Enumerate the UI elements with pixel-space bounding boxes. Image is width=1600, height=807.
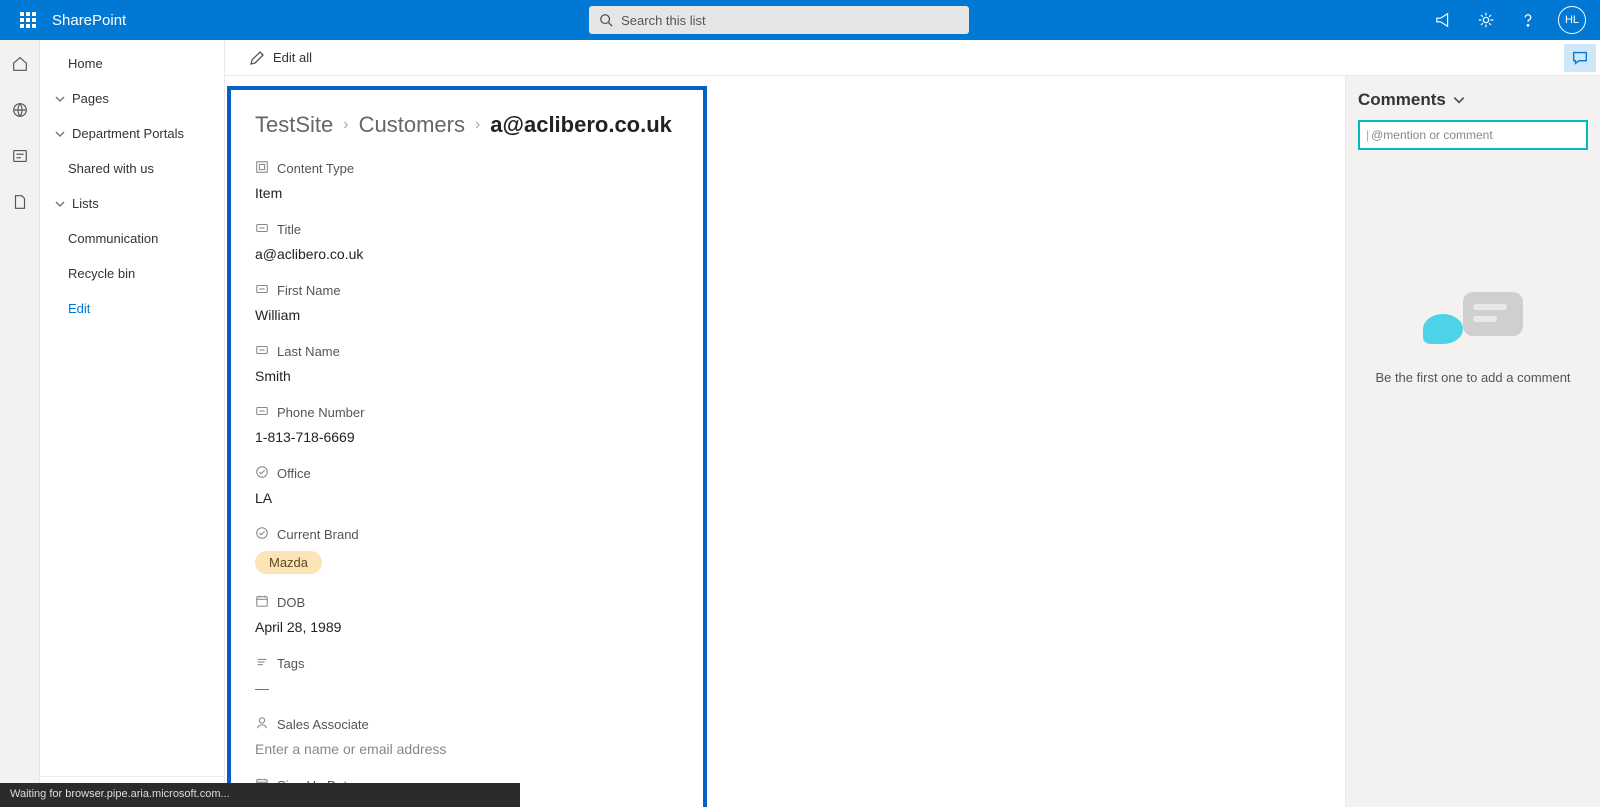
- text-icon: [255, 343, 277, 360]
- news-icon[interactable]: [10, 146, 30, 166]
- field-current-brand[interactable]: Current Brand Mazda: [255, 526, 679, 574]
- edit-all-button[interactable]: Edit all: [249, 50, 312, 66]
- nav-home[interactable]: Home: [40, 46, 224, 81]
- nav-pages[interactable]: Pages: [40, 81, 224, 116]
- field-label: Content Type: [255, 160, 679, 177]
- comments-empty-graphic: [1423, 292, 1523, 352]
- field-value: Smith: [255, 368, 679, 384]
- text-icon: [255, 404, 277, 421]
- choice-icon: [255, 526, 277, 543]
- settings-gear-icon[interactable]: [1474, 8, 1498, 32]
- tags-icon: [255, 655, 277, 672]
- edit-icon: [249, 50, 265, 66]
- chevron-right-icon: ›: [343, 116, 348, 134]
- chevron-down-icon: [1452, 93, 1466, 107]
- comments-heading[interactable]: Comments: [1358, 90, 1590, 110]
- nav-shared-with-us[interactable]: Shared with us: [40, 151, 224, 186]
- chevron-right-icon: ›: [475, 116, 480, 134]
- app-rail: [0, 40, 40, 807]
- search-placeholder: Search this list: [621, 13, 706, 28]
- field-label: Current Brand: [255, 526, 679, 543]
- comment-icon: [1571, 49, 1589, 67]
- field-value: William: [255, 307, 679, 323]
- nav-lists[interactable]: Lists: [40, 186, 224, 221]
- field-value: a@aclibero.co.uk: [255, 246, 679, 262]
- field-label: Office: [255, 465, 679, 482]
- field-dob[interactable]: DOB April 28, 1989: [255, 594, 679, 635]
- search-icon: [599, 13, 613, 27]
- field-last-name[interactable]: Last Name Smith: [255, 343, 679, 384]
- megaphone-icon[interactable]: [1432, 8, 1456, 32]
- field-label: Last Name: [255, 343, 679, 360]
- calendar-icon: [255, 594, 277, 611]
- person-icon: [255, 716, 277, 733]
- field-phone-number[interactable]: Phone Number 1-813-718-6669: [255, 404, 679, 445]
- field-value: Item: [255, 185, 679, 201]
- field-label: Title: [255, 221, 679, 238]
- nav-recycle-bin[interactable]: Recycle bin: [40, 256, 224, 291]
- app-launcher-button[interactable]: [8, 0, 48, 40]
- choice-icon: [255, 465, 277, 482]
- globe-icon[interactable]: [10, 100, 30, 120]
- field-first-name[interactable]: First Name William: [255, 282, 679, 323]
- left-navigation: Home Pages Department Portals Shared wit…: [40, 40, 225, 807]
- field-label: First Name: [255, 282, 679, 299]
- avatar-initials: HL: [1565, 14, 1579, 26]
- field-label: Tags: [255, 655, 679, 672]
- field-title[interactable]: Title a@aclibero.co.uk: [255, 221, 679, 262]
- toggle-comments-button[interactable]: [1564, 44, 1596, 72]
- text-icon: [255, 221, 277, 238]
- nav-communication[interactable]: Communication: [40, 221, 224, 256]
- content-scroll[interactable]: TestSite › Customers › a@aclibero.co.uk …: [225, 76, 1345, 807]
- breadcrumb-list[interactable]: Customers: [359, 112, 465, 138]
- chevron-down-icon: [54, 198, 66, 210]
- breadcrumb-current: a@aclibero.co.uk: [490, 112, 672, 138]
- chevron-down-icon: [54, 93, 66, 105]
- command-bar: Edit all: [225, 40, 1600, 76]
- field-value: LA: [255, 490, 679, 506]
- item-form-card: TestSite › Customers › a@aclibero.co.uk …: [227, 86, 707, 807]
- field-value: Enter a name or email address: [255, 741, 679, 757]
- field-value: 1-813-718-6669: [255, 429, 679, 445]
- field-value: April 28, 1989: [255, 619, 679, 635]
- help-icon[interactable]: [1516, 8, 1540, 32]
- choice-pill: Mazda: [255, 551, 322, 574]
- breadcrumb: TestSite › Customers › a@aclibero.co.uk: [255, 112, 679, 138]
- home-icon[interactable]: [10, 54, 30, 74]
- text-icon: [255, 282, 277, 299]
- brand-label[interactable]: SharePoint: [52, 12, 126, 29]
- suite-header: SharePoint Search this list HL: [0, 0, 1600, 40]
- field-content-type[interactable]: Content Type Item: [255, 160, 679, 201]
- user-avatar[interactable]: HL: [1558, 6, 1586, 34]
- comments-panel: Comments | @mention or comment Be the fi…: [1345, 76, 1600, 807]
- field-office[interactable]: Office LA: [255, 465, 679, 506]
- field-tags[interactable]: Tags —: [255, 655, 679, 696]
- files-icon[interactable]: [10, 192, 30, 212]
- nav-department-portals[interactable]: Department Portals: [40, 116, 224, 151]
- field-sales-associate[interactable]: Sales Associate Enter a name or email add…: [255, 716, 679, 757]
- field-label: Sales Associate: [255, 716, 679, 733]
- nav-edit-link[interactable]: Edit: [40, 291, 224, 326]
- search-input[interactable]: Search this list: [589, 6, 969, 34]
- browser-status-bar: Waiting for browser.pipe.aria.microsoft.…: [0, 783, 520, 807]
- comments-empty-state: Be the first one to add a comment: [1356, 292, 1590, 385]
- chevron-down-icon: [54, 128, 66, 140]
- field-label: DOB: [255, 594, 679, 611]
- comment-input[interactable]: | @mention or comment: [1358, 120, 1588, 150]
- field-value: Mazda: [255, 551, 679, 574]
- field-label: Phone Number: [255, 404, 679, 421]
- field-value: —: [255, 680, 679, 696]
- content-type-icon: [255, 160, 277, 177]
- breadcrumb-site[interactable]: TestSite: [255, 112, 333, 138]
